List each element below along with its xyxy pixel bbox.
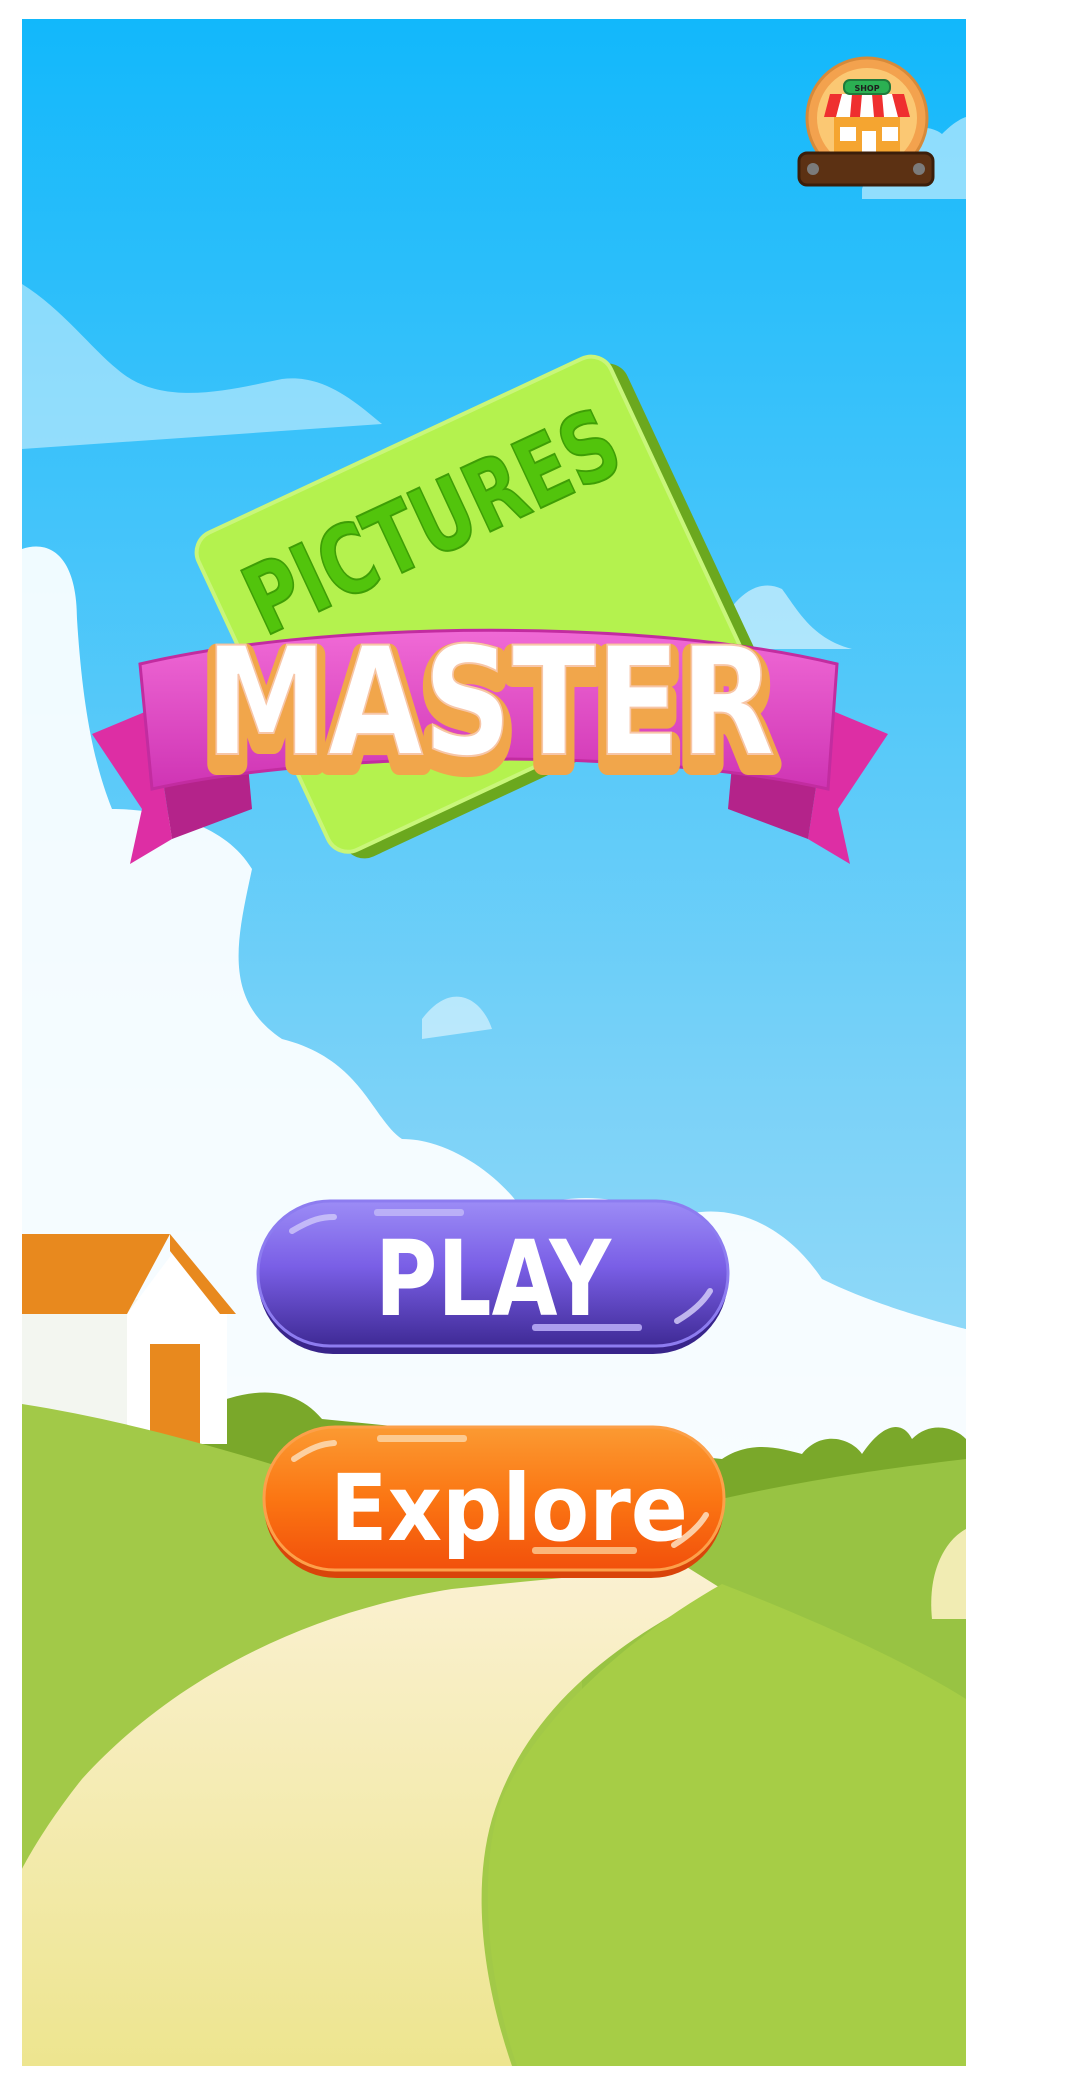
explore-button-label: Explore <box>330 1455 688 1562</box>
play-button-label: PLAY <box>375 1218 612 1340</box>
play-button[interactable]: PLAY <box>256 1199 730 1354</box>
logo-line2-face: MASTER <box>205 616 775 790</box>
game-screen: SHOP PICTURES MASTER MASTER PLAY Explore <box>22 19 966 2066</box>
shop-sign-label: SHOP <box>854 84 879 93</box>
explore-button[interactable]: Explore <box>262 1425 726 1578</box>
main-menu-scene: SHOP PICTURES MASTER MASTER PLAY Explore <box>22 19 966 2066</box>
